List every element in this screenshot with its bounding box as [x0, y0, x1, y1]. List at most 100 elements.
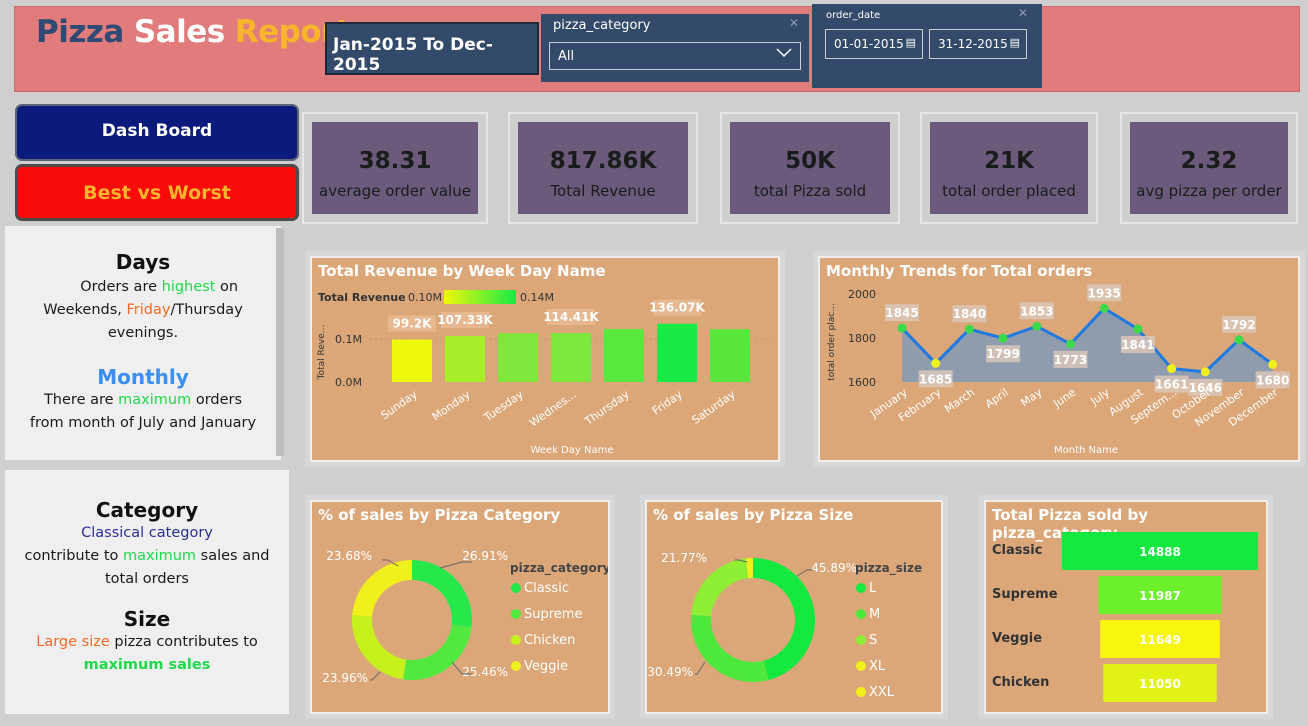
insight-panel-category-size: Category Classical category contribute t…: [5, 470, 289, 714]
legend-marker: [511, 635, 521, 645]
insight-heading-size: Size: [123, 607, 171, 631]
x-tick-label: Saturday: [690, 388, 738, 427]
slice-label: 26.91%: [462, 549, 508, 563]
weekday-bar-chart: Total Revenue 0.10M 0.14M Total Reve... 0.0M…: [317, 290, 772, 456]
pizza-sold-funnel-chart: 14888 Classic 11987 Supreme 11649 Veggie 11050…: [992, 532, 1258, 702]
kpi-label: Total Revenue: [550, 182, 656, 200]
text: total orders: [105, 571, 189, 587]
monthly-line-chart: total order plac...1600180020001845Janua…: [827, 284, 1290, 456]
category-label: Supreme: [992, 587, 1058, 602]
data-label: 99.2K: [393, 316, 433, 330]
text: There are: [43, 392, 119, 408]
chart-pizza-sold-by-category[interactable]: Total Pizza sold by pizza_category 14888…: [984, 500, 1268, 714]
highlight-text: maximum: [118, 392, 192, 408]
data-point: [1200, 367, 1210, 377]
insight-heading-days: Days: [115, 250, 171, 274]
size-donut-chart: 45.89% 30.49% 21.77% pizza_size LMS XL XXL: [647, 551, 922, 700]
legend-marker: [856, 635, 866, 645]
text: Orders are: [80, 279, 162, 295]
highlight-text: highest: [161, 279, 216, 295]
kpi-card-avg-pizza-per-order: 2.32 avg pizza per order: [1120, 112, 1298, 224]
x-tick-label: Tuesday: [481, 388, 526, 425]
chart-monthly-trends[interactable]: Monthly Trends for Total orders total or…: [818, 256, 1300, 462]
legend-item: Supreme: [524, 607, 582, 622]
legend-min-label: 0.10M: [408, 291, 442, 304]
data-label: 107.33K: [437, 313, 493, 327]
data-label: 1685: [919, 372, 952, 386]
data-point: [1133, 324, 1143, 334]
donut-slice: [352, 615, 407, 680]
category-dropdown[interactable]: All: [549, 42, 801, 70]
donut-slice: [691, 558, 749, 617]
data-label: 1792: [1222, 318, 1255, 332]
scrollbar[interactable]: [276, 228, 284, 456]
legend-marker: [856, 583, 866, 593]
legend-item: Veggie: [524, 659, 568, 674]
report-title: Pizza Sales Report: [36, 14, 360, 50]
calendar-icon[interactable]: ▤: [906, 36, 916, 49]
y-tick-label: 1600: [848, 376, 876, 389]
chevron-down-icon[interactable]: [776, 47, 792, 61]
y-tick-label: 1800: [848, 332, 876, 345]
slice-label: 23.68%: [326, 549, 372, 563]
chart-revenue-by-weekday[interactable]: Total Revenue by Week Day Name Total Rev…: [310, 256, 780, 462]
bar: [710, 329, 750, 382]
data-point: [998, 333, 1008, 343]
data-label: 11050: [1139, 677, 1181, 691]
data-point: [964, 324, 974, 334]
pizza-category-slicer[interactable]: pizza_category ✕ All: [541, 14, 809, 82]
date-to-field[interactable]: 31-12-2015 ▤: [929, 29, 1027, 59]
data-label: 136.07K: [649, 301, 705, 315]
x-tick-label: May: [1018, 386, 1044, 410]
data-point: [1099, 303, 1109, 313]
text: contribute to: [24, 548, 123, 564]
chart-sales-by-category[interactable]: % of sales by Pizza Category 26.91% 25.46…: [310, 500, 610, 714]
data-label: 1935: [1087, 286, 1120, 300]
date-from-field[interactable]: 01-01-2015 ▤: [825, 29, 923, 59]
dropdown-value: All: [558, 49, 575, 64]
data-label: 114.41K: [543, 310, 599, 324]
data-label: 1680: [1256, 373, 1289, 387]
legend-item: Classic: [524, 581, 569, 596]
slice-label: 45.89%: [811, 561, 857, 575]
bar: [551, 332, 591, 382]
clear-selection-icon[interactable]: ✕: [1018, 6, 1028, 20]
insight-heading-monthly: Monthly: [97, 365, 189, 389]
x-tick-label: Thursday: [582, 388, 633, 429]
dashboard-button[interactable]: Dash Board: [15, 104, 299, 161]
kpi-card-total-revenue: 817.86K Total Revenue: [508, 112, 698, 224]
clear-selection-icon[interactable]: ✕: [789, 16, 799, 30]
bar: [392, 339, 432, 382]
calendar-icon[interactable]: ▤: [1010, 36, 1020, 49]
bar: [445, 336, 485, 382]
x-axis-title: Week Day Name: [530, 445, 613, 456]
legend-item: M: [869, 607, 880, 622]
donut-slice: [691, 614, 769, 682]
slice-label: 25.46%: [462, 665, 508, 679]
x-tick-label: April: [983, 386, 1011, 411]
data-point: [1234, 335, 1244, 345]
data-label: 1773: [1054, 353, 1087, 367]
insight-panel-days-monthly: Days Orders are highest on Weekends, Fri…: [5, 226, 281, 460]
kpi-card-pizza-sold: 50K total Pizza sold: [720, 112, 900, 224]
bar: [604, 329, 644, 382]
leader-line: [695, 661, 706, 675]
y-tick-label: 0.1M: [335, 333, 362, 346]
best-vs-worst-button[interactable]: Best vs Worst: [15, 164, 299, 221]
chart-sales-by-size[interactable]: % of sales by Pizza Size 45.89% 30.49% 21.…: [645, 500, 943, 714]
category-donut-chart: 26.91% 25.46% 23.96% 23.68% pizza_category Cl…: [322, 549, 608, 685]
x-tick-label: Sunday: [379, 388, 421, 423]
insight-heading-category: Category: [95, 498, 199, 522]
insight-category-text: Classical category contribute to maximum…: [5, 522, 289, 591]
x-tick-label: Friday: [650, 388, 685, 418]
order-date-slicer[interactable]: order_date ✕ 01-01-2015 ▤ 31-12-2015 ▤: [812, 4, 1042, 88]
highlight-text: Friday: [126, 302, 171, 318]
legend-item: Chicken: [524, 633, 575, 648]
data-label: 1853: [1020, 304, 1053, 318]
legend-title: Total Revenue: [318, 291, 406, 304]
legend-item: XXL: [869, 685, 895, 700]
legend-item: L: [869, 581, 877, 596]
title-word-pizza: Pizza: [36, 14, 124, 50]
insight-size-text: Large size pizza contributes to maximum …: [5, 631, 289, 677]
data-point: [1167, 364, 1177, 374]
